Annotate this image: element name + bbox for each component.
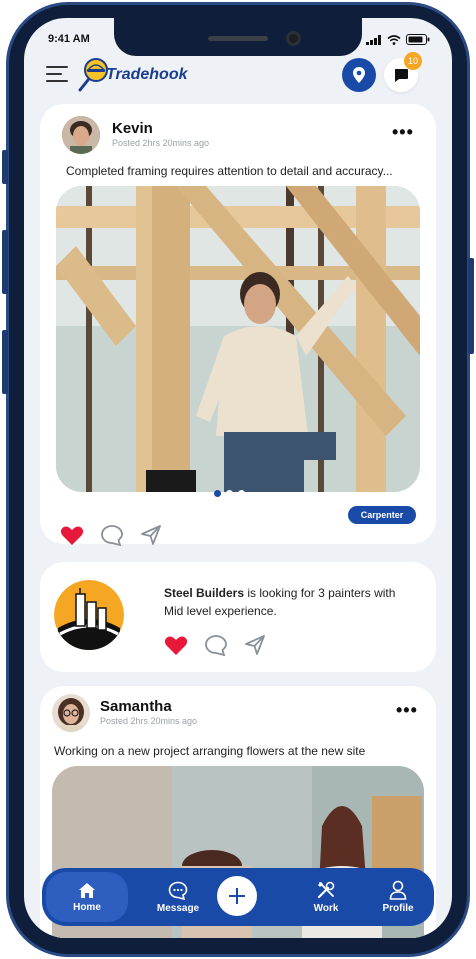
author-name[interactable]: Samantha	[100, 698, 172, 715]
nav-profile-label: Profile	[382, 903, 414, 914]
job-post-actions	[164, 634, 266, 656]
heart-icon[interactable]	[164, 635, 188, 656]
kevin-avatar-image	[62, 116, 100, 154]
carousel-dot-active[interactable]	[214, 490, 221, 497]
company-logo[interactable]	[54, 580, 124, 650]
chat-bubble-icon	[395, 68, 408, 82]
share-icon[interactable]	[140, 524, 162, 546]
nav-home-label: Home	[73, 901, 101, 913]
nav-message-label: Message	[156, 902, 200, 914]
job-post-text: Steel Builders is looking for 3 painters…	[164, 586, 395, 600]
nav-home[interactable]: Home	[46, 872, 128, 922]
nav-work[interactable]: Work	[296, 868, 356, 926]
company-name[interactable]: Steel Builders	[164, 586, 244, 600]
nav-message[interactable]: Message	[148, 868, 208, 926]
bottom-navigation: Home Message Work Profile	[42, 868, 434, 926]
author-name[interactable]: Kevin	[112, 120, 153, 137]
avatar[interactable]	[62, 116, 100, 154]
more-options-icon[interactable]: •••	[396, 700, 418, 721]
steel-builders-logo-image	[54, 580, 124, 650]
location-button[interactable]	[342, 58, 376, 92]
post-text: Working on a new project arranging flowe…	[54, 744, 366, 758]
carousel-dot[interactable]	[238, 490, 245, 497]
post-actions	[60, 524, 162, 546]
nav-work-label: Work	[313, 903, 339, 914]
post-photo[interactable]	[56, 186, 420, 492]
user-icon	[389, 880, 407, 900]
app-header: Tradehook 10	[24, 52, 452, 100]
logo-text: Tradehook	[106, 66, 188, 83]
phone-notch	[114, 18, 362, 56]
wifi-icon	[387, 34, 401, 45]
post-text: Completed framing requires attention to …	[66, 164, 393, 178]
power-button	[468, 258, 474, 354]
carousel-dot[interactable]	[259, 492, 262, 495]
heart-icon[interactable]	[60, 525, 84, 546]
post-timestamp: Posted 2hrs 20mins ago	[112, 138, 210, 148]
post-card: Kevin Posted 2hrs 20mins ago ••• Complet…	[40, 104, 436, 546]
job-post-text-line-2: Mid level experience.	[164, 604, 277, 618]
mute-switch	[2, 150, 8, 184]
location-pin-icon	[353, 67, 365, 83]
job-post-card[interactable]: Steel Builders is looking for 3 painters…	[40, 562, 436, 672]
volume-down-button	[2, 330, 8, 394]
volume-up-button	[2, 230, 8, 294]
notification-badge: 10	[404, 52, 422, 70]
plus-icon	[229, 888, 245, 904]
comment-icon[interactable]	[100, 524, 124, 546]
framing-photo-image	[56, 186, 420, 492]
more-options-icon[interactable]: •••	[392, 122, 414, 143]
message-icon	[168, 881, 188, 900]
status-time: 9:41 AM	[48, 33, 90, 45]
samantha-avatar-image	[52, 694, 90, 732]
speaker	[208, 36, 268, 41]
post-timestamp: Posted 2hrs 20mins ago	[100, 716, 198, 726]
comment-icon[interactable]	[204, 634, 228, 656]
app-logo[interactable]: Tradehook	[78, 54, 188, 92]
app-screen: 9:41 AM Tradehook 10 Kevin Posted 2hrs 2…	[24, 18, 452, 938]
front-camera	[286, 31, 301, 46]
create-post-button[interactable]	[217, 876, 257, 916]
signal-icon	[366, 34, 381, 45]
avatar[interactable]	[52, 694, 90, 732]
job-post-text-line-1: is looking for 3 painters with	[244, 586, 396, 600]
menu-icon[interactable]	[46, 66, 68, 82]
home-icon	[79, 882, 95, 898]
share-icon[interactable]	[244, 634, 266, 656]
carousel-dot[interactable]	[226, 490, 233, 497]
tools-icon	[317, 881, 335, 899]
nav-profile[interactable]: Profile	[368, 868, 428, 926]
carousel-indicator[interactable]	[214, 490, 262, 497]
status-icons	[366, 34, 430, 45]
category-tag[interactable]: Carpenter	[348, 506, 416, 524]
carousel-dot[interactable]	[250, 491, 254, 496]
battery-icon	[406, 34, 430, 45]
